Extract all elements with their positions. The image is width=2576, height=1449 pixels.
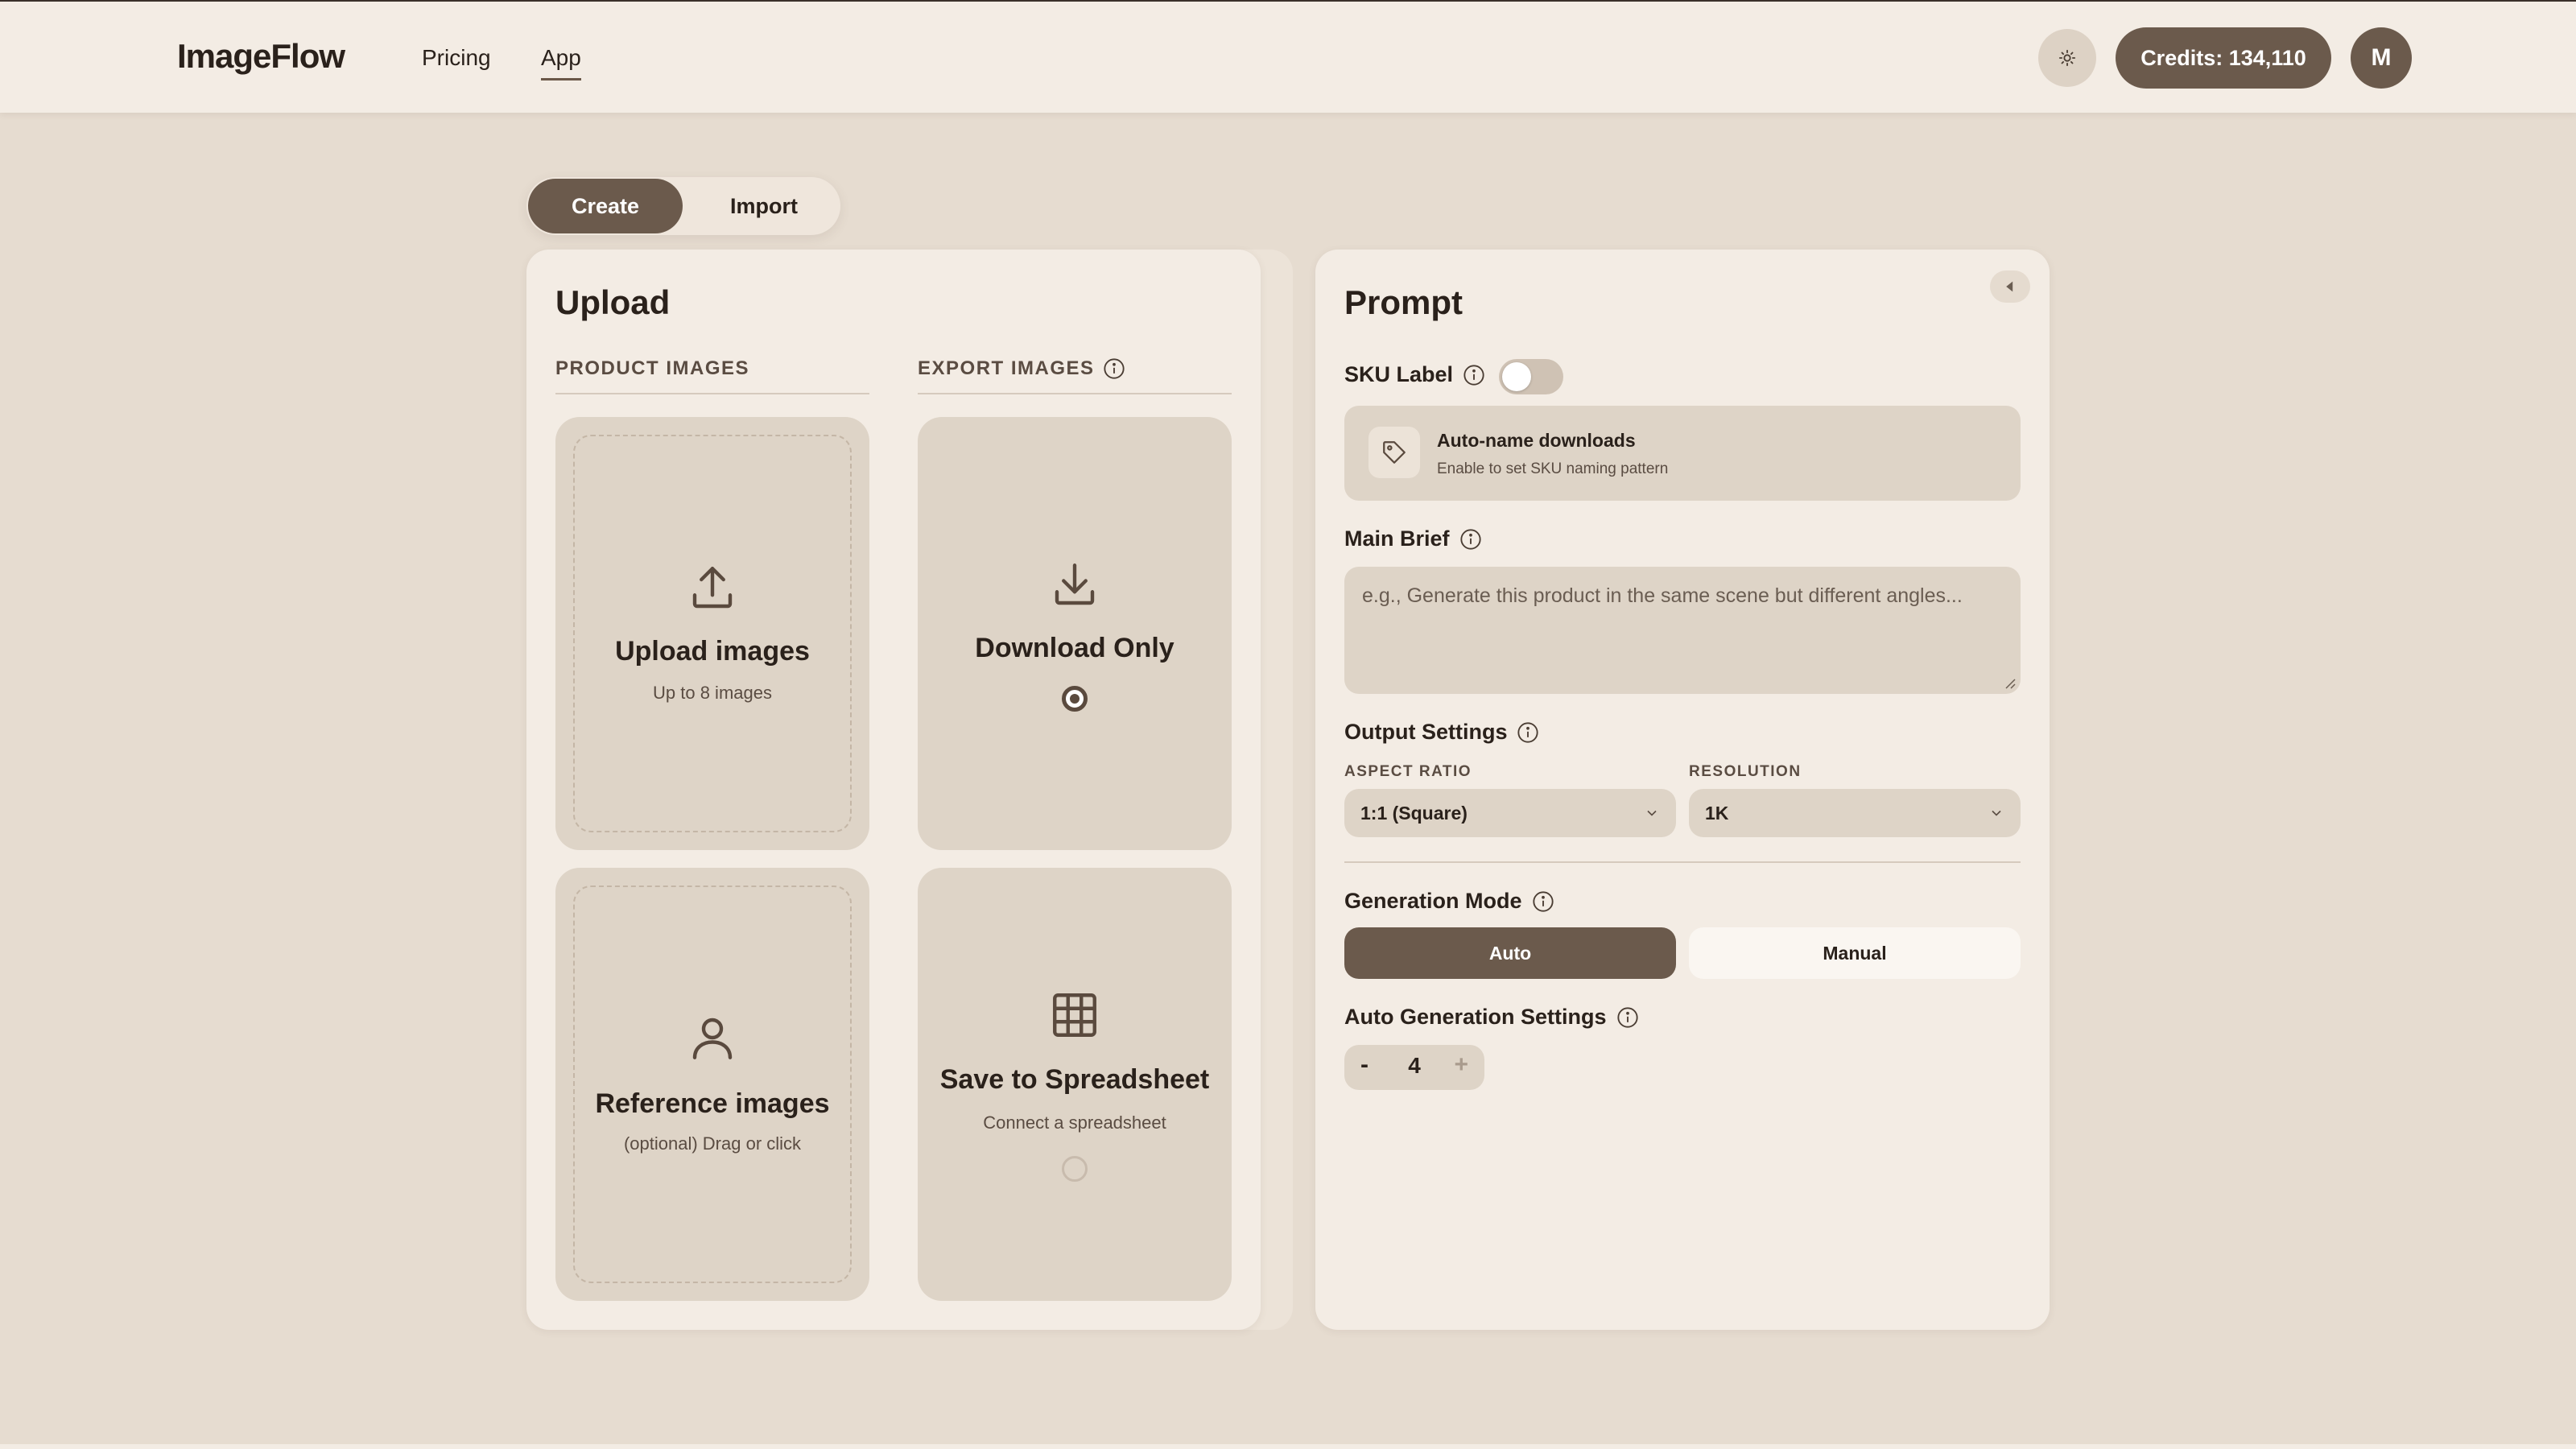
download-only-option[interactable]: Download Only — [918, 417, 1232, 850]
upload-title: Upload — [555, 283, 671, 321]
save-to-spreadsheet-subtitle: Connect a spreadsheet — [983, 1113, 1166, 1133]
aspect-ratio-select[interactable]: 1:1 (Square) — [1344, 789, 1676, 837]
top-navbar: ImageFlow Pricing App Credits: 134,110 M — [0, 0, 2576, 113]
collapse-panel-button[interactable] — [1990, 270, 2030, 303]
sku-label-toggle[interactable] — [1499, 359, 1563, 394]
main-brief-label-text: Main Brief — [1344, 526, 1450, 551]
toggle-knob — [1502, 362, 1531, 391]
resize-grip-icon[interactable] — [2004, 678, 2016, 689]
user-avatar[interactable]: M — [2351, 27, 2412, 89]
bottom-strip — [0, 1444, 2576, 1449]
grid-icon — [1053, 993, 1096, 1037]
reference-images-subtitle: (optional) Drag or click — [623, 1133, 802, 1154]
export-images-rule — [918, 393, 1232, 394]
chevron-down-icon — [1647, 810, 1657, 816]
info-icon[interactable] — [1616, 1006, 1639, 1029]
resolution-select[interactable]: 1K — [1689, 789, 2021, 837]
theme-toggle-button[interactable] — [2038, 29, 2096, 87]
info-icon[interactable] — [1459, 528, 1482, 551]
mode-manual-button[interactable]: Manual — [1689, 927, 2021, 979]
upload-icon — [692, 567, 733, 609]
sun-icon — [2058, 49, 2076, 67]
download-only-radio[interactable] — [1062, 686, 1088, 712]
tag-icon-wrap — [1368, 427, 1420, 478]
generation-mode-label-text: Generation Mode — [1344, 889, 1522, 913]
upload-images-subtitle: Up to 8 images — [653, 683, 772, 703]
resolution-label: RESOLUTION — [1689, 763, 1802, 780]
output-settings-label: Output Settings — [1344, 720, 1539, 745]
reference-images-dropzone[interactable]: Reference images (optional) Drag or clic… — [555, 868, 869, 1301]
download-only-title: Download Only — [975, 633, 1174, 663]
upload-images-title: Upload images — [615, 636, 810, 667]
main-brief-field-label: Main Brief — [1344, 526, 1482, 551]
aspect-ratio-label: ASPECT RATIO — [1344, 763, 1472, 780]
info-icon[interactable] — [1103, 357, 1125, 380]
stepper-increment-button[interactable]: + — [1454, 1051, 1468, 1079]
app-logo[interactable]: ImageFlow — [177, 37, 345, 76]
export-images-label-text: EXPORT IMAGES — [918, 357, 1095, 379]
main-brief-input[interactable] — [1344, 567, 2021, 694]
auto-name-subtitle: Enable to set SKU naming pattern — [1437, 460, 1669, 477]
aspect-ratio-value: 1:1 (Square) — [1360, 802, 1468, 824]
export-images-label: EXPORT IMAGES — [918, 357, 1125, 380]
sku-label-field: SKU Label — [1344, 362, 1485, 387]
mode-tabs: Create Import — [526, 177, 840, 235]
settings-divider — [1344, 861, 2021, 863]
credits-button[interactable]: Credits: 134,110 — [2116, 27, 2331, 89]
product-images-rule — [555, 393, 869, 394]
product-images-label: PRODUCT IMAGES — [555, 357, 749, 380]
info-icon[interactable] — [1532, 890, 1554, 913]
reference-images-title: Reference images — [595, 1088, 830, 1119]
save-to-spreadsheet-option[interactable]: Save to Spreadsheet Connect a spreadshee… — [918, 868, 1232, 1301]
tab-import[interactable]: Import — [687, 179, 840, 233]
generation-count-stepper: - 4 + — [1344, 1045, 1484, 1090]
chevron-down-icon — [1992, 810, 2001, 816]
output-settings-label-text: Output Settings — [1344, 720, 1508, 744]
nav-link-pricing[interactable]: Pricing — [422, 45, 491, 71]
nav-link-app[interactable]: App — [541, 45, 581, 80]
info-icon[interactable] — [1517, 721, 1539, 744]
upload-images-dropzone[interactable]: Upload images Up to 8 images — [555, 417, 869, 850]
save-to-spreadsheet-title: Save to Spreadsheet — [939, 1064, 1210, 1095]
generation-mode-label: Generation Mode — [1344, 889, 1554, 914]
info-icon[interactable] — [1463, 364, 1485, 386]
auto-name-downloads-box: Auto-name downloads Enable to set SKU na… — [1344, 406, 2021, 501]
prompt-title: Prompt — [1344, 283, 1463, 321]
auto-generation-settings-label: Auto Generation Settings — [1344, 1005, 1639, 1030]
tab-create[interactable]: Create — [528, 179, 683, 233]
tag-icon — [1383, 441, 1406, 464]
dropzone-border — [573, 435, 852, 832]
product-images-label-text: PRODUCT IMAGES — [555, 357, 750, 379]
auto-generation-settings-text: Auto Generation Settings — [1344, 1005, 1607, 1029]
caret-left-icon — [2006, 281, 2013, 292]
resolution-value: 1K — [1705, 802, 1729, 824]
save-to-spreadsheet-radio[interactable] — [1062, 1156, 1088, 1182]
sku-label-text: SKU Label — [1344, 362, 1454, 386]
user-icon — [692, 1018, 733, 1059]
mode-auto-button[interactable]: Auto — [1344, 927, 1676, 979]
dropzone-border — [573, 886, 852, 1283]
download-icon — [1055, 564, 1095, 605]
auto-name-title: Auto-name downloads — [1437, 430, 1636, 451]
